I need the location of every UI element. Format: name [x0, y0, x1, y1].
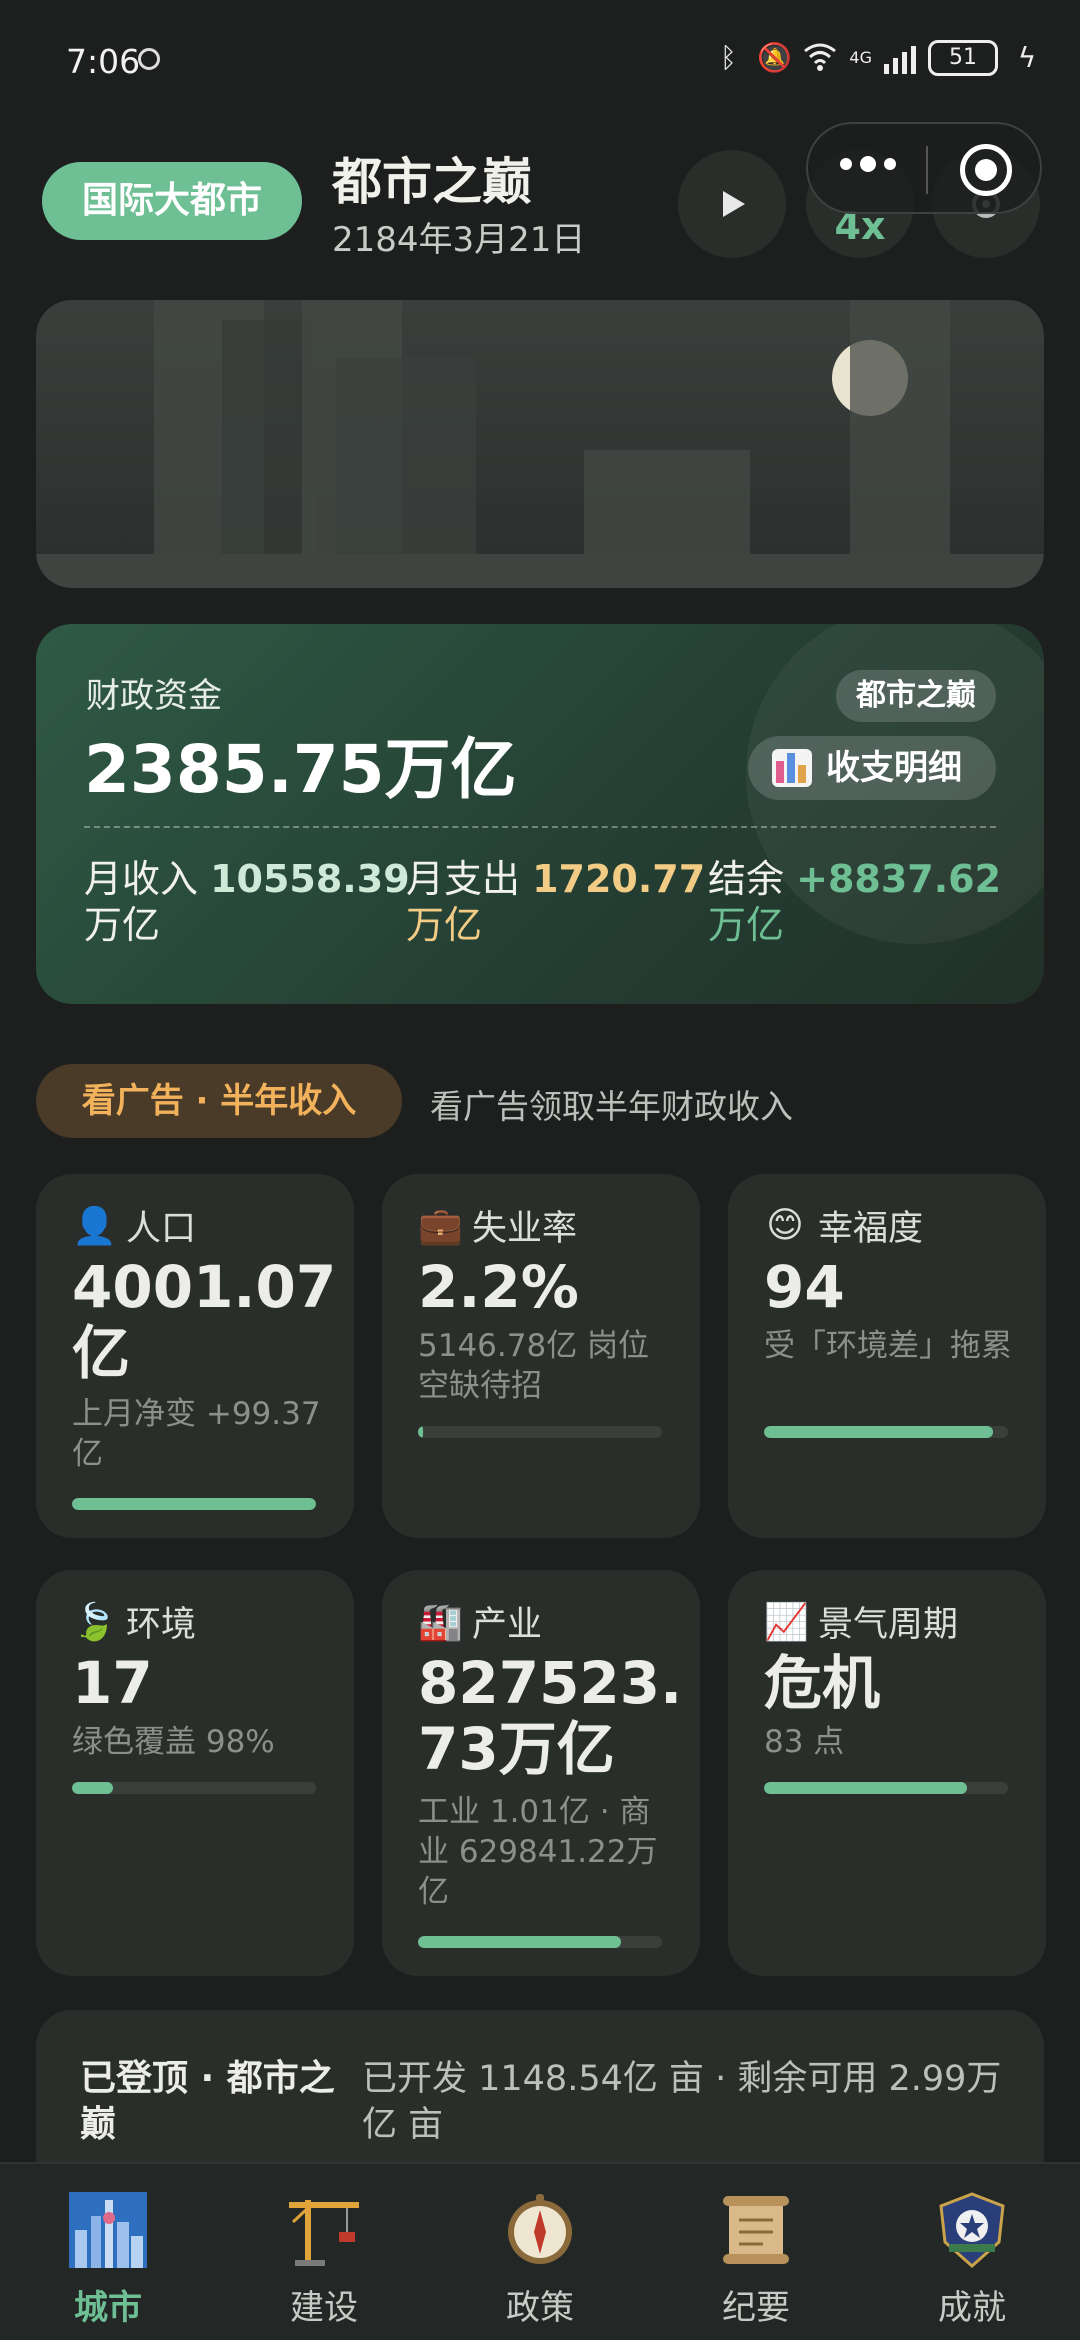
more-icon[interactable] [840, 156, 896, 172]
unemployment-sub: 5146.78亿 岗位空缺待招 [418, 1328, 650, 1404]
signal-icon [884, 42, 916, 74]
badge-icon [939, 2192, 1005, 2268]
population-bar [72, 1498, 316, 1510]
economic-cycle-card[interactable]: 📈 景气周期 危机 83 点 [728, 1570, 1046, 1976]
tab-city[interactable]: 城市 [0, 2164, 216, 2340]
ad-description: 看广告领取半年财政收入 [430, 1087, 793, 1126]
leaf-icon: 🍃 [72, 1601, 117, 1643]
bar-chart-icon [772, 749, 812, 787]
status-bar: 7:06 ᛒ 🔕 4G 51 ϟ [0, 0, 1080, 120]
balance-label: 结余 [708, 857, 785, 901]
watch-ad-button[interactable]: 看广告 · 半年收入 [36, 1064, 402, 1138]
capsule-divider [926, 146, 928, 194]
tab-achievements[interactable]: 成就 [864, 2164, 1080, 2340]
finance-badge: 都市之巅 [836, 670, 996, 722]
cycle-label: 景气周期 [818, 1605, 959, 1645]
population-sub: 上月净变 +99.37亿 [72, 1396, 321, 1472]
balance-value: +8837.62 [796, 857, 1002, 901]
city-skyline [36, 300, 1044, 588]
city-level-tag[interactable]: 国际大都市 [42, 162, 302, 240]
population-label: 人口 [126, 1209, 197, 1249]
play-button[interactable] [678, 150, 786, 258]
income-item: 月收入 10558.39 万亿 [84, 856, 410, 948]
scroll-icon [723, 2196, 789, 2264]
happiness-bar [764, 1426, 1008, 1438]
population-icon: 👤 [72, 1205, 117, 1247]
wifi-icon [803, 41, 837, 75]
briefcase-icon: 💼 [418, 1205, 463, 1247]
unemployment-card[interactable]: 💼 失业率 2.2% 5146.78亿 岗位空缺待招 [382, 1174, 700, 1538]
summit-description: 已开发 1148.54亿 亩 · 剩余可用 2.99万亿 亩 [362, 2059, 1002, 2145]
industry-label: 产业 [472, 1605, 543, 1645]
income-unit: 万亿 [84, 903, 161, 947]
expense-unit: 万亿 [406, 903, 483, 947]
expense-item: 月支出 1720.77 万亿 [406, 856, 705, 948]
population-card[interactable]: 👤 人口 4001.07亿 上月净变 +99.37亿 [36, 1174, 354, 1538]
bottom-tab-bar: 城市 建设 政策 纪要 成就 [0, 2162, 1080, 2340]
city-icon [69, 2192, 147, 2268]
population-value: 4001.07亿 [72, 1253, 337, 1387]
factory-icon: 🏭 [418, 1601, 463, 1643]
trend-chart-icon: 📈 [764, 1601, 809, 1643]
finance-detail-label: 收支明细 [826, 748, 962, 788]
tab-label-build: 建设 [290, 2288, 358, 2328]
environment-value: 17 [72, 1649, 153, 1717]
environment-label: 环境 [126, 1605, 197, 1645]
tab-label-city: 城市 [74, 2288, 142, 2328]
tab-notes[interactable]: 纪要 [648, 2164, 864, 2340]
tab-label-policy: 政策 [506, 2288, 574, 2328]
play-icon [723, 191, 745, 217]
finance-label: 财政资金 [86, 676, 222, 716]
expense-label: 月支出 [406, 857, 521, 901]
finance-detail-button[interactable]: 收支明细 [748, 736, 996, 800]
industry-card[interactable]: 🏭 产业 827523.73万亿 工业 1.01亿 · 商业 629841.22万… [382, 1570, 700, 1976]
finance-card: 财政资金 2385.75万亿 都市之巅 收支明细 月收入 10558.39 万亿… [36, 624, 1044, 1004]
charging-icon: ϟ [1017, 41, 1037, 74]
cycle-bar [764, 1782, 1008, 1794]
environment-card[interactable]: 🍃 环境 17 绿色覆盖 98% [36, 1570, 354, 1976]
unemployment-label: 失业率 [472, 1209, 578, 1249]
finance-total: 2385.75万亿 [84, 731, 517, 808]
income-label: 月收入 [84, 857, 199, 901]
bluetooth-icon: ᛒ [720, 41, 737, 74]
close-target-icon[interactable] [960, 144, 1012, 196]
crane-icon [289, 2200, 359, 2266]
happiness-value: 94 [764, 1253, 845, 1321]
city-title: 都市之巅 [332, 153, 532, 211]
industry-sub: 工业 1.01亿 · 商业 629841.22万亿 [418, 1794, 658, 1910]
unemployment-bar [418, 1426, 662, 1438]
status-icons: ᛒ 🔕 4G 51 ϟ [711, 38, 1044, 78]
game-date: 2184年3月21日 [332, 220, 586, 260]
happiness-sub: 受「环境差」拖累 [764, 1328, 1012, 1364]
summit-title: 已登顶 · 都市之巅 [80, 2058, 335, 2145]
mute-icon: 🔕 [757, 41, 793, 74]
status-time: 7:06 [66, 42, 141, 81]
balance-unit: 万亿 [708, 903, 785, 947]
happiness-label: 幸福度 [818, 1209, 924, 1249]
balance-item: 结余 +8837.62 万亿 [708, 856, 1001, 948]
finance-divider [84, 826, 996, 828]
industry-value: 827523.73万亿 [418, 1649, 683, 1783]
tab-label-notes: 纪要 [722, 2288, 790, 2328]
unemployment-value: 2.2% [418, 1253, 579, 1321]
expense-value: 1720.77 [532, 857, 706, 901]
cycle-sub: 83 点 [764, 1724, 845, 1760]
mini-program-capsule [806, 122, 1042, 214]
smile-icon: 😊 [766, 1205, 804, 1246]
tab-label-achievements: 成就 [938, 2288, 1006, 2328]
industry-bar [418, 1936, 662, 1948]
cycle-value: 危机 [764, 1649, 881, 1717]
income-value: 10558.39 [210, 857, 410, 901]
environment-bar [72, 1782, 316, 1794]
battery-indicator: 51 [928, 40, 998, 76]
compass-icon [508, 2194, 572, 2264]
happiness-card[interactable]: 😊 幸福度 94 受「环境差」拖累 [728, 1174, 1046, 1538]
tab-policy[interactable]: 政策 [432, 2164, 648, 2340]
environment-sub: 绿色覆盖 98% [72, 1724, 275, 1760]
notification-icon [138, 48, 160, 70]
tab-build[interactable]: 建设 [216, 2164, 432, 2340]
network-type: 4G [849, 48, 872, 67]
